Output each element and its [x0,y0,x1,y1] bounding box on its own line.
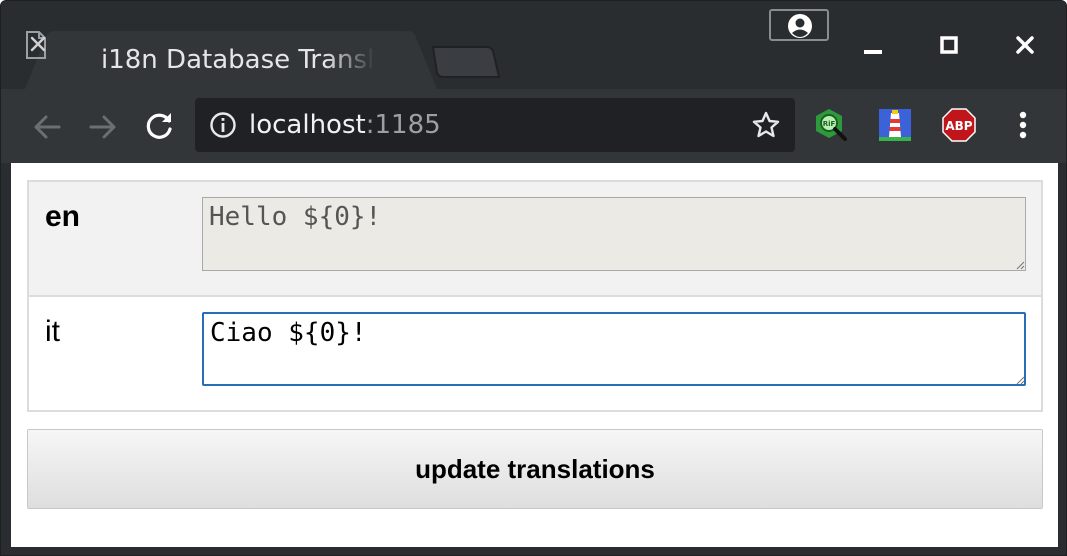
url-host: localhost [249,110,366,140]
url-port: :1185 [365,110,441,140]
minimize-icon[interactable] [855,31,891,61]
maximize-icon[interactable] [931,31,967,61]
translation-row-en: en Hello ${0}! [29,182,1041,297]
translations-table: en Hello ${0}! it Ciao ${0}! [27,180,1043,412]
title-bar: i18n Database Translation [1,1,1066,89]
translation-field-en[interactable]: Hello ${0}! [202,197,1026,271]
browser-window: i18n Database Translation [0,0,1067,556]
new-tab-button[interactable] [429,45,501,79]
tab-title-fade [325,43,375,77]
forward-arrow-icon[interactable] [85,109,121,145]
profile-button[interactable] [769,9,829,41]
lighthouse-icon[interactable] [877,107,913,143]
svg-text:RiF: RiF [823,120,836,128]
address-bar[interactable]: localhost:1185 [195,98,795,152]
translation-row-it: it Ciao ${0}! [29,297,1041,410]
resize-grip-icon[interactable] [1015,260,1025,270]
page-content: en Hello ${0}! it Ciao ${0}! update tran… [11,163,1058,547]
update-translations-button[interactable]: update translations [27,429,1043,509]
info-icon[interactable] [209,111,237,139]
language-label: en [45,200,81,233]
url-text[interactable]: localhost:1185 [249,108,441,142]
profile-icon [788,14,812,38]
language-label: it [45,315,60,348]
adblock-plus-icon[interactable]: ABP [941,107,977,143]
reload-icon[interactable] [141,109,177,145]
translation-field-it[interactable]: Ciao ${0}! [202,312,1026,386]
resize-grip-icon[interactable] [1015,375,1025,385]
more-menu-icon[interactable] [1007,107,1039,143]
svg-text:ABP: ABP [945,119,972,133]
close-window-icon[interactable] [1007,31,1043,61]
rif-extension-icon[interactable]: RiF [813,107,849,143]
back-arrow-icon[interactable] [29,109,65,145]
browser-tab[interactable]: i18n Database Translation [25,31,437,89]
close-tab-icon[interactable] [25,31,51,57]
bookmark-star-icon[interactable] [751,110,781,140]
